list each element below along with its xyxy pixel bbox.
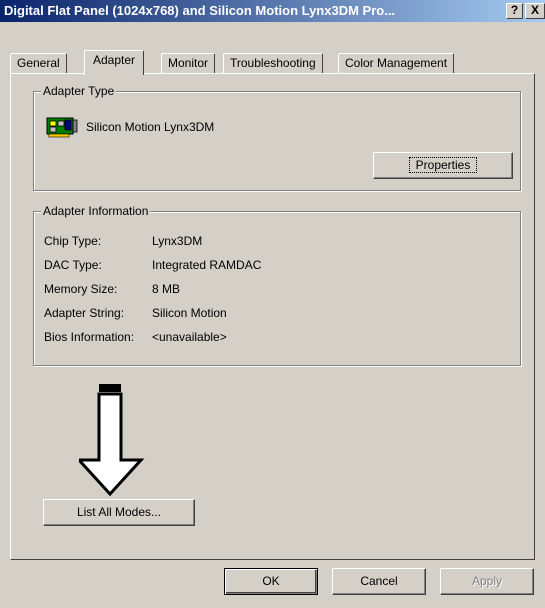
bios-information-value: <unavailable> bbox=[152, 330, 227, 344]
info-row-adapter-string: Adapter String: bbox=[44, 306, 124, 320]
properties-button-label: Properties bbox=[408, 157, 478, 173]
info-row-dac-type: DAC Type: bbox=[44, 258, 102, 272]
properties-button[interactable]: Properties bbox=[373, 152, 513, 179]
display-adapter-icon bbox=[46, 117, 78, 138]
cancel-button[interactable]: Cancel bbox=[332, 568, 426, 595]
adapter-information-group: Adapter Information Chip Type: Lynx3DM D… bbox=[33, 204, 521, 366]
cancel-button-label: Cancel bbox=[360, 574, 398, 588]
list-all-modes-button[interactable]: List All Modes... bbox=[43, 499, 195, 526]
adapter-type-group: Adapter Type Silicon Motion Lynx3DM Prop… bbox=[33, 84, 521, 191]
tab-troubleshooting[interactable]: Troubleshooting bbox=[223, 53, 323, 74]
chip-type-value: Lynx3DM bbox=[152, 234, 203, 248]
adapter-tab-panel: Adapter Type Silicon Motion Lynx3DM Prop… bbox=[10, 73, 535, 560]
close-button[interactable]: X bbox=[525, 3, 545, 19]
ok-button[interactable]: OK bbox=[224, 568, 318, 595]
info-row-bios-information: Bios Information: bbox=[44, 330, 134, 344]
ok-button-label: OK bbox=[262, 574, 280, 588]
dac-type-value: Integrated RAMDAC bbox=[152, 258, 262, 272]
adapter-name: Silicon Motion Lynx3DM bbox=[86, 120, 215, 134]
apply-button-label: Apply bbox=[471, 574, 503, 588]
arrow-down-icon bbox=[79, 384, 145, 497]
window-title: Digital Flat Panel (1024x768) and Silico… bbox=[4, 3, 396, 18]
tab-general[interactable]: General bbox=[10, 53, 67, 74]
tab-adapter[interactable]: Adapter bbox=[84, 50, 145, 75]
memory-size-value: 8 MB bbox=[152, 282, 181, 296]
info-row-memory-size: Memory Size: bbox=[44, 282, 117, 296]
chip-type-label: Chip Type: bbox=[44, 234, 102, 248]
adapter-string-label: Adapter String: bbox=[44, 306, 125, 320]
title-bar[interactable]: Digital Flat Panel (1024x768) and Silico… bbox=[0, 0, 545, 22]
display-properties-window: Digital Flat Panel (1024x768) and Silico… bbox=[0, 0, 545, 608]
bios-information-label: Bios Information: bbox=[44, 330, 135, 344]
tab-monitor[interactable]: Monitor bbox=[161, 53, 216, 74]
dac-type-label: DAC Type: bbox=[44, 258, 102, 272]
help-button[interactable]: ? bbox=[506, 3, 523, 19]
adapter-type-group-label: Adapter Type bbox=[41, 84, 117, 98]
list-all-modes-button-label: List All Modes... bbox=[76, 505, 162, 519]
info-row-chip-type: Chip Type: bbox=[44, 234, 101, 248]
tab-color-management[interactable]: Color Management bbox=[338, 53, 455, 74]
memory-size-label: Memory Size: bbox=[44, 282, 118, 296]
adapter-string-value: Silicon Motion bbox=[152, 306, 227, 320]
adapter-information-group-label: Adapter Information bbox=[41, 204, 151, 218]
apply-button[interactable]: Apply bbox=[440, 568, 534, 595]
